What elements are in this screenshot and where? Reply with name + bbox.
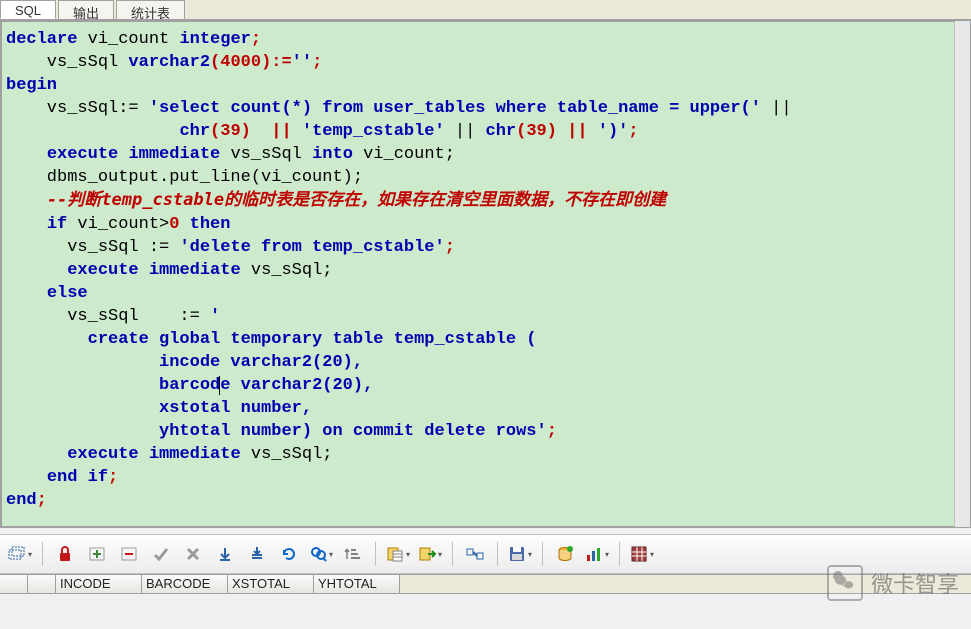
- fetch-next-button[interactable]: [211, 540, 239, 568]
- grid-col-yhtotal[interactable]: YHTOTAL: [314, 575, 400, 593]
- chart-button[interactable]: ▾: [583, 540, 611, 568]
- find-button[interactable]: ▾: [307, 540, 335, 568]
- grid-col-xstotal[interactable]: XSTOTAL: [228, 575, 314, 593]
- delete-record-button[interactable]: [115, 540, 143, 568]
- tab-output[interactable]: 输出: [58, 0, 114, 19]
- tab-stats[interactable]: 统计表: [116, 0, 185, 19]
- vertical-scrollbar[interactable]: [954, 21, 970, 527]
- select-query-button[interactable]: ▾: [6, 540, 34, 568]
- lock-button[interactable]: [51, 540, 79, 568]
- grid-col-barcode[interactable]: BARCODE: [142, 575, 228, 593]
- copy-cells-button[interactable]: ▾: [384, 540, 412, 568]
- rollback-button[interactable]: [179, 540, 207, 568]
- grid-view-button[interactable]: ▾: [628, 540, 656, 568]
- grid-col-incode[interactable]: INCODE: [56, 575, 142, 593]
- tab-sql[interactable]: SQL: [0, 0, 56, 19]
- export-button[interactable]: ▾: [416, 540, 444, 568]
- commit-button[interactable]: [147, 540, 175, 568]
- add-record-button[interactable]: [83, 540, 111, 568]
- results-toolbar: ▾ ▾ ▾ ▾ ▾ ▾: [0, 534, 971, 574]
- code-editor-wrap: declare vi_count integer; vs_sSql varcha…: [0, 20, 971, 528]
- fetch-all-button[interactable]: [243, 540, 271, 568]
- editor-tabs: SQL 输出 统计表: [0, 0, 971, 20]
- link-button[interactable]: [461, 540, 489, 568]
- sort-button[interactable]: [339, 540, 367, 568]
- session-button[interactable]: [551, 540, 579, 568]
- results-grid-header: INCODE BARCODE XSTOTAL YHTOTAL: [0, 574, 971, 594]
- grid-rownum-header[interactable]: [0, 575, 28, 593]
- save-button[interactable]: ▾: [506, 540, 534, 568]
- refresh-button[interactable]: [275, 540, 303, 568]
- code-editor[interactable]: declare vi_count integer; vs_sSql varcha…: [1, 21, 955, 527]
- grid-selector-header[interactable]: [28, 575, 56, 593]
